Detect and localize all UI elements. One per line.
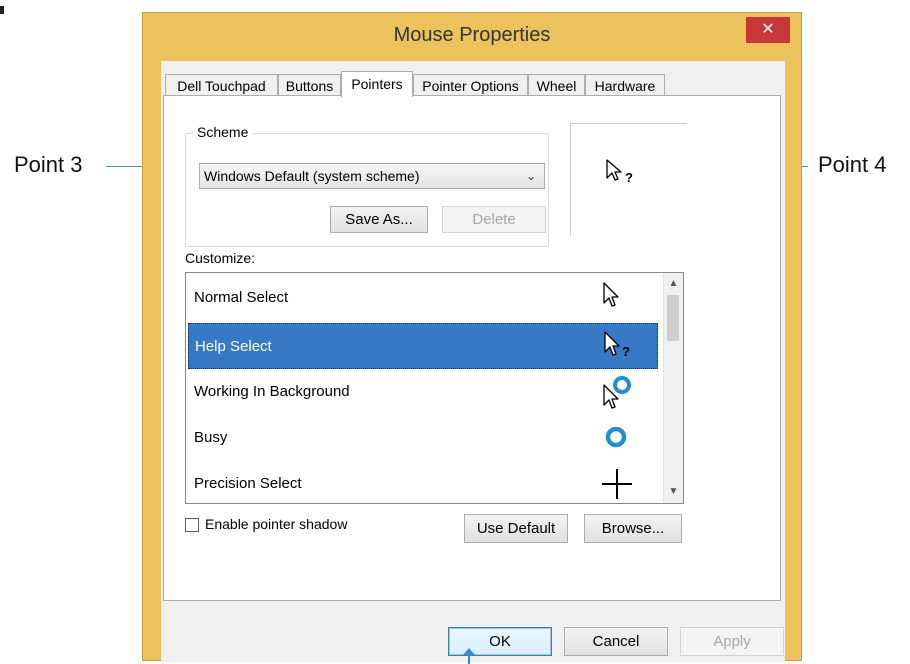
list-item-normal-select[interactable]: Normal Select	[188, 275, 658, 321]
list-item-working-in-background[interactable]: Working In Background	[188, 369, 658, 415]
scheme-selected-value: Windows Default (system scheme)	[204, 168, 420, 184]
tab-pointers[interactable]: Pointers	[341, 71, 413, 97]
list-item-precision-select[interactable]: Precision Select	[188, 461, 658, 503]
help-cursor-icon: ?	[606, 159, 633, 185]
list-item-label: Busy	[194, 429, 228, 446]
enable-pointer-shadow-label: Enable pointer shadow	[205, 516, 348, 532]
apply-button[interactable]: Apply	[680, 627, 784, 656]
tab-wheel[interactable]: Wheel	[528, 74, 585, 96]
window-title: Mouse Properties	[393, 24, 551, 46]
ok-annotation-arrow-line	[468, 654, 470, 664]
close-icon: ✕	[761, 21, 775, 38]
scheme-label: Scheme	[193, 124, 253, 140]
close-button[interactable]: ✕	[746, 17, 790, 43]
cancel-button[interactable]: Cancel	[564, 627, 668, 656]
svg-text:?: ?	[622, 344, 630, 359]
corner-mark	[0, 6, 4, 14]
checkbox-box[interactable]	[185, 518, 199, 533]
browse-button[interactable]: Browse...	[584, 514, 682, 543]
customize-label: Customize:	[185, 250, 256, 266]
tab-buttons[interactable]: Buttons	[278, 74, 341, 96]
tab-pointer-options[interactable]: Pointer Options	[413, 74, 528, 96]
list-item-label: Working In Background	[194, 383, 350, 400]
list-item-label: Normal Select	[194, 289, 289, 306]
help-cursor-icon: ?	[604, 331, 630, 359]
use-default-button[interactable]: Use Default	[464, 514, 568, 543]
list-item-help-select[interactable]: Help Select ?	[188, 323, 658, 369]
tab-hardware[interactable]: Hardware	[585, 74, 665, 96]
chevron-down-icon: ⌄	[525, 169, 536, 183]
scheme-group: Scheme Windows Default (system scheme) ⌄…	[185, 124, 549, 247]
svg-text:?: ?	[625, 170, 633, 185]
mouse-properties-window: Mouse Properties ✕ Dell Touchpad Buttons…	[142, 12, 802, 662]
annotation-point-4-label: Point 4	[818, 152, 887, 177]
cursor-preview: ?	[570, 123, 687, 236]
dialog-client-area: Dell Touchpad Buttons Pointers Pointer O…	[161, 61, 785, 662]
arrow-cursor-icon	[603, 282, 619, 307]
title-bar[interactable]: Mouse Properties ✕	[143, 13, 801, 61]
annotation-point-3-label: Point 3	[14, 152, 83, 177]
list-item-label: Help Select	[195, 338, 272, 355]
delete-button[interactable]: Delete	[442, 206, 546, 233]
scroll-up-icon[interactable]: ▲	[664, 275, 683, 293]
scheme-dropdown[interactable]: Windows Default (system scheme) ⌄	[199, 163, 545, 189]
vertical-scrollbar[interactable]: ▲ ▼	[663, 273, 683, 503]
tab-strip: Dell Touchpad Buttons Pointers Pointer O…	[165, 71, 685, 97]
scroll-thumb[interactable]	[667, 295, 679, 341]
list-item-busy[interactable]: Busy	[188, 415, 658, 461]
tab-dell-touchpad[interactable]: Dell Touchpad	[165, 74, 278, 96]
scroll-down-icon[interactable]: ▼	[664, 483, 683, 501]
working-cursor-icon	[603, 376, 631, 409]
busy-ring-icon	[605, 426, 627, 448]
enable-pointer-shadow-checkbox[interactable]: Enable pointer shadow	[185, 516, 347, 534]
cursor-list[interactable]: Normal Select Help Select ? Working In B…	[185, 272, 684, 504]
crosshair-icon	[602, 469, 632, 499]
pointers-tab-page: Scheme Windows Default (system scheme) ⌄…	[163, 95, 781, 601]
save-as-button[interactable]: Save As...	[330, 206, 428, 233]
list-item-label: Precision Select	[194, 475, 302, 492]
